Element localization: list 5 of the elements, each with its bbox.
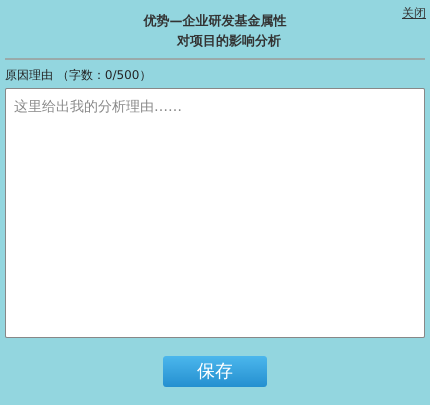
field-label: 原因理由 （字数：0/500）	[5, 67, 152, 84]
reason-field[interactable]: 这里给出我的分析理由……	[5, 88, 425, 338]
dialog-title: 对项目的影响分析	[176, 33, 281, 51]
close-link[interactable]: 关闭	[402, 4, 426, 22]
dialog-title: 优势—企业研发基金属性	[144, 13, 286, 31]
